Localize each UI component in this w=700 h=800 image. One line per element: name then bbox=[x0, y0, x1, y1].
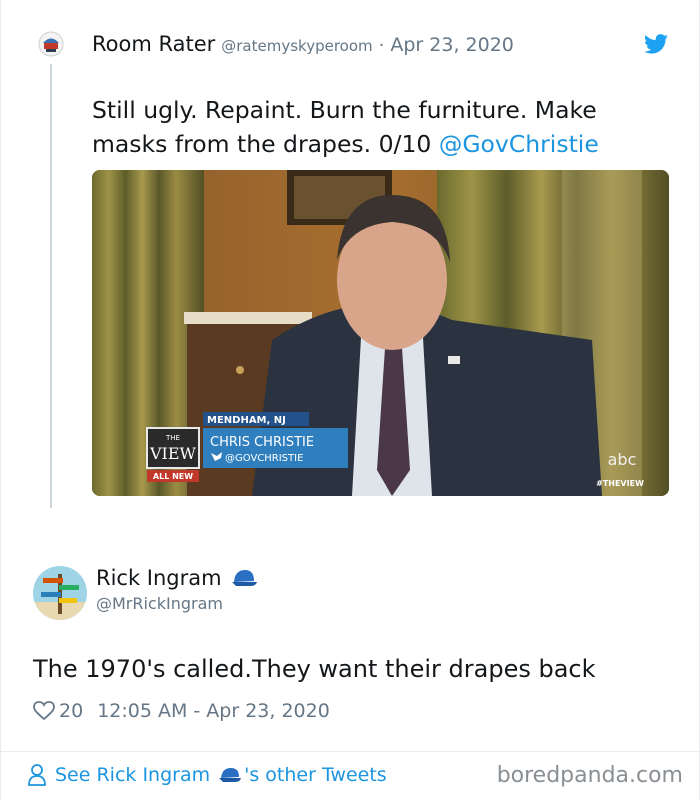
see-other-tweets-link[interactable]: See Rick Ingram 's other Tweets bbox=[27, 763, 387, 787]
avatar[interactable] bbox=[33, 566, 87, 620]
all-new-text: ALL NEW bbox=[153, 472, 193, 481]
quoted-tweet-date[interactable]: Apr 23, 2020 bbox=[390, 34, 514, 56]
person-handle-text: @GOVCHRISTIE bbox=[225, 453, 303, 464]
footer-divider bbox=[1, 751, 700, 752]
abc-logo-text: abc bbox=[608, 450, 637, 469]
room-rater-logo-icon[interactable] bbox=[38, 31, 64, 57]
thread-line bbox=[50, 64, 52, 508]
site-watermark: boredpanda.com bbox=[496, 763, 683, 788]
reply-meta: 20 12:05 AM - Apr 23, 2020 bbox=[33, 700, 330, 722]
logo-small-text: THE bbox=[165, 434, 180, 442]
mention-link[interactable]: @GovChristie bbox=[439, 130, 599, 158]
person-name-text: CHRIS CHRISTIE bbox=[210, 435, 314, 450]
twitter-bird-icon[interactable] bbox=[644, 34, 668, 54]
person-icon bbox=[27, 763, 47, 787]
heart-icon[interactable] bbox=[33, 701, 55, 721]
reply-timestamp[interactable]: 12:05 AM - Apr 23, 2020 bbox=[97, 700, 330, 722]
blue-cap-icon bbox=[218, 765, 242, 785]
quoted-tweet-header: Room Rater @ratemyskyperoom · Apr 23, 20… bbox=[92, 32, 514, 60]
reply-text: The 1970's called.They want their drapes… bbox=[33, 655, 596, 683]
video-still[interactable]: THE VIEW ALL NEW MENDHAM, NJ CHRIS CHRIS… bbox=[92, 170, 669, 496]
reply-author-handle[interactable]: @MrRickIngram bbox=[96, 594, 223, 613]
reply-author-name[interactable]: Rick Ingram bbox=[96, 566, 222, 590]
reply-name-row: Rick Ingram bbox=[96, 566, 258, 590]
quoted-author-name[interactable]: Room Rater bbox=[92, 32, 215, 56]
quoted-tweet-text: Still ugly. Repaint. Burn the furniture.… bbox=[92, 93, 652, 161]
tweet-card: Room Rater @ratemyskyperoom · Apr 23, 20… bbox=[0, 0, 700, 800]
location-text: MENDHAM, NJ bbox=[207, 415, 286, 426]
see-other-prefix: See Rick Ingram bbox=[55, 764, 211, 786]
hashtag-text: #THEVIEW bbox=[596, 479, 644, 488]
like-count[interactable]: 20 bbox=[59, 700, 83, 722]
blue-cap-icon bbox=[230, 567, 258, 589]
quoted-author-handle[interactable]: @ratemyskyperoom bbox=[221, 37, 372, 55]
separator-dot: · bbox=[378, 35, 385, 56]
see-other-suffix: 's other Tweets bbox=[244, 764, 387, 786]
logo-big-text: VIEW bbox=[149, 444, 197, 463]
